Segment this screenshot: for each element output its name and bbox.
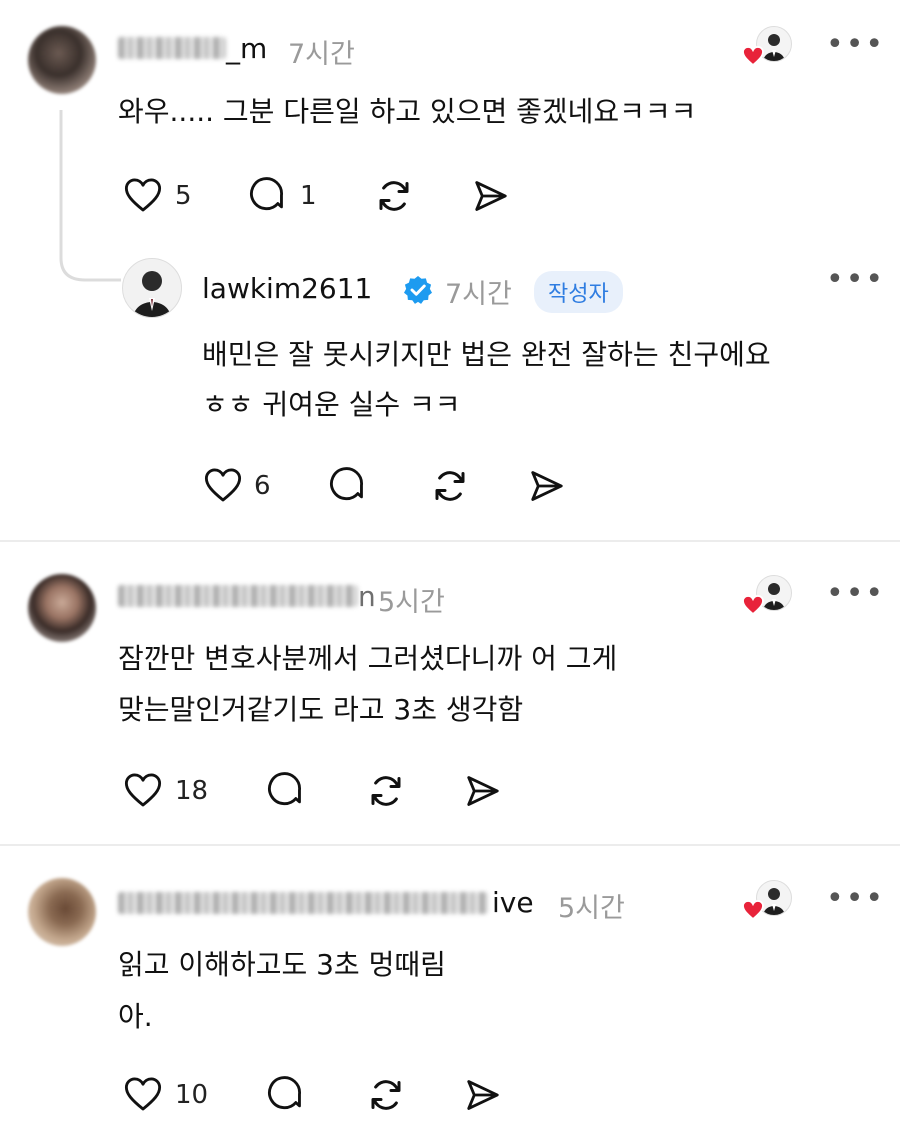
- liked-by-author-heart-icon: [742, 900, 764, 920]
- more-options-icon[interactable]: •••: [826, 30, 885, 60]
- author-username[interactable]: lawkim2611: [202, 272, 372, 305]
- reply-text-line1: 배민은 잘 못시키지만 법은 완전 잘하는 친구에요: [202, 338, 771, 371]
- share-send-icon[interactable]: [526, 467, 568, 505]
- timestamp: 7시간: [288, 39, 355, 70]
- like-count: 5: [175, 181, 192, 211]
- like-count: 18: [175, 776, 209, 806]
- divider: [0, 540, 900, 542]
- share-send-icon[interactable]: [470, 177, 512, 215]
- author-avatar[interactable]: [122, 258, 182, 318]
- avatar[interactable]: [28, 26, 96, 94]
- username-blurred[interactable]: [118, 892, 488, 914]
- reply-bubble-icon[interactable]: [266, 771, 306, 809]
- comment-text-line2: 맞는말인거같기도 라고 3초 생각함: [118, 693, 524, 726]
- timestamp: 5시간: [378, 587, 445, 618]
- repost-icon[interactable]: [364, 771, 408, 811]
- comment-text: 와우..... 그분 다른일 하고 있으면 좋겠네요ㅋㅋㅋ: [118, 95, 697, 128]
- username-blurred[interactable]: [118, 585, 358, 607]
- avatar[interactable]: [28, 878, 96, 946]
- share-send-icon[interactable]: [462, 1076, 504, 1114]
- avatar[interactable]: [28, 574, 96, 642]
- comment-text-line1: 잠깐만 변호사분께서 그러셨다니까 어 그게: [118, 642, 618, 675]
- liked-by-author-heart-icon: [742, 595, 764, 615]
- reply-bubble-icon[interactable]: [248, 176, 288, 214]
- liked-by-author-heart-icon: [742, 46, 764, 66]
- reply-bubble-icon[interactable]: [266, 1075, 306, 1113]
- like-heart-icon[interactable]: [124, 772, 162, 808]
- more-options-icon[interactable]: •••: [826, 265, 885, 295]
- thread-connector-line: [59, 110, 121, 282]
- like-heart-icon[interactable]: [204, 467, 242, 503]
- repost-icon[interactable]: [364, 1075, 408, 1115]
- username-blurred[interactable]: [118, 37, 226, 59]
- like-count: 6: [254, 471, 271, 501]
- more-options-icon[interactable]: •••: [826, 884, 885, 914]
- username[interactable]: n: [358, 580, 376, 613]
- reply-text-line2: ㅎㅎ 귀여운 실수 ㅋㅋ: [202, 388, 461, 421]
- author-badge: 작성자: [534, 271, 623, 313]
- reply-bubble-icon[interactable]: [328, 466, 368, 504]
- verified-badge-icon: [404, 276, 432, 304]
- divider: [0, 844, 900, 846]
- timestamp: 7시간: [445, 279, 512, 310]
- timestamp: 5시간: [558, 893, 625, 924]
- like-heart-icon[interactable]: [124, 1076, 162, 1112]
- username[interactable]: ive: [492, 886, 534, 919]
- share-send-icon[interactable]: [462, 772, 504, 810]
- repost-icon[interactable]: [428, 466, 472, 506]
- like-heart-icon[interactable]: [124, 177, 162, 213]
- comment-text-line2: 아.: [118, 1000, 153, 1033]
- username[interactable]: _m: [226, 32, 267, 65]
- repost-icon[interactable]: [372, 176, 416, 216]
- like-count: 10: [175, 1080, 209, 1110]
- comment-text-line1: 읽고 이해하고도 3초 멍때림: [118, 948, 446, 981]
- reply-count: 1: [300, 181, 317, 211]
- more-options-icon[interactable]: •••: [826, 579, 885, 609]
